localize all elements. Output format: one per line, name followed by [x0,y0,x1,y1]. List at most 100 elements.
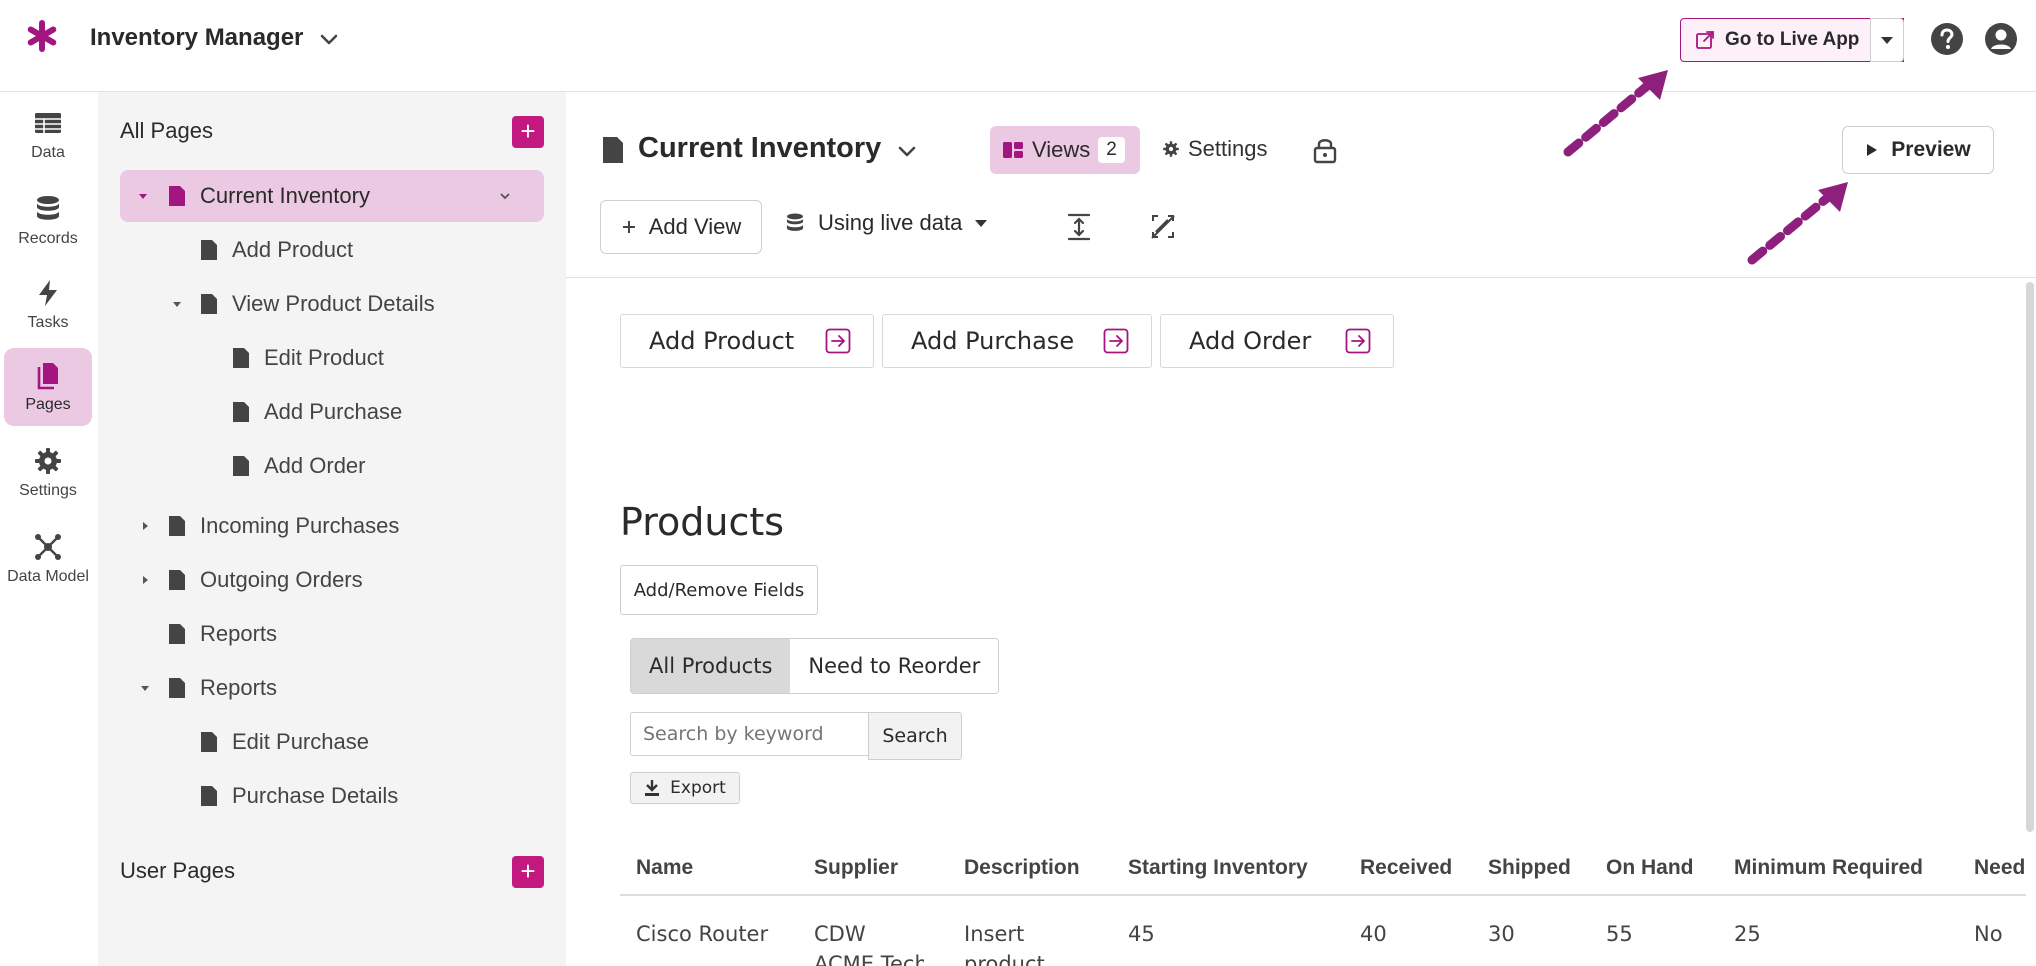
page-settings-button[interactable]: Settings [1162,136,1268,162]
column-header[interactable]: Name [636,840,693,896]
row-height-icon[interactable] [1064,212,1094,242]
hide-style-icon[interactable] [1148,212,1178,242]
rail-item-data-model[interactable]: Data Model [4,520,92,598]
tree-item-incoming-purchases[interactable]: Incoming Purchases [143,500,399,552]
app-title[interactable]: Inventory Manager [90,24,303,52]
tab-need-to-reorder[interactable]: Need to Reorder [790,639,999,693]
rail-item-settings[interactable]: Settings [4,434,92,512]
table-cell: No [1974,922,2003,946]
add-order-nav-button[interactable]: Add Order [1160,314,1394,368]
asterisk-logo-icon[interactable] [26,20,58,52]
page-title[interactable]: Current Inventory [638,132,881,165]
search-button[interactable]: Search [868,712,962,760]
column-header[interactable]: Need [1974,840,2026,896]
caret-right-icon[interactable] [138,573,152,587]
caret-down-icon[interactable] [170,297,184,311]
chevron-down-icon[interactable] [318,28,340,50]
rail-item-pages[interactable]: Pages [4,348,92,426]
views-count-badge: 2 [1098,137,1125,163]
tree-item-label: View Product Details [232,291,435,316]
caret-down-icon[interactable] [138,681,152,695]
column-header[interactable]: Shipped [1488,840,1571,896]
column-header[interactable]: Description [964,840,1080,896]
rail-item-data[interactable]: Data [4,96,92,174]
table-cell[interactable]: Cisco Router [636,922,768,946]
tree-item-label: Reports [200,621,278,646]
tree-item-label: Add Purchase [264,399,403,424]
add-user-page-button[interactable]: + [512,856,544,888]
tree-item-purchase-details[interactable]: Purchase Details [200,770,398,822]
document-icon [201,240,217,260]
views-button[interactable]: Views 2 [990,126,1140,174]
tree-item-reports[interactable]: Reports [168,608,277,660]
add-remove-fields-button[interactable]: Add/Remove Fields [620,565,818,615]
tree-item-add-product[interactable]: Add Product [200,224,353,276]
vertical-scrollbar[interactable] [2026,282,2034,832]
tab-all-products[interactable]: All Products [631,639,791,693]
tree-item-label: Current Inventory [200,183,370,208]
document-icon [201,732,217,752]
table-cell: 55 [1606,922,1633,946]
add-purchase-nav-button[interactable]: Add Purchase [882,314,1152,368]
add-product-nav-button[interactable]: Add Product [620,314,874,368]
user-account-icon[interactable] [1984,22,2018,56]
document-icon [233,402,249,422]
tree-item-label: Purchase Details [232,783,399,808]
tree-item-label: Reports [200,675,278,700]
tree-item-edit-purchase[interactable]: Edit Purchase [200,716,369,768]
chevron-down-icon[interactable] [498,189,512,203]
go-live-dropdown-button[interactable] [1870,18,1904,62]
document-icon [169,186,185,206]
tree-item-label: Add Order [264,453,366,478]
export-button[interactable]: Export [630,772,740,804]
table-cell: Insert [964,922,1025,946]
document-icon [169,624,185,644]
views-icon [1003,142,1023,158]
plus-icon [622,221,635,233]
top-bar: Inventory Manager Go to Live App [0,0,2036,92]
rail-label: Records [18,230,78,247]
user-pages-title: User Pages [120,858,235,883]
column-header[interactable]: Supplier [814,840,898,896]
rail-item-tasks[interactable]: Tasks [4,266,92,344]
tree-item-add-order[interactable]: Add Order [232,440,366,492]
tree-item-edit-product[interactable]: Edit Product [232,332,384,384]
graph-icon [35,534,61,560]
caret-down-icon [1881,37,1893,44]
tree-item-add-purchase[interactable]: Add Purchase [232,386,402,438]
arrow-right-box-icon [1103,328,1129,354]
column-header[interactable]: Received [1360,840,1452,896]
column-header[interactable]: On Hand [1606,840,1694,896]
tree-item-view-product-details[interactable]: View Product Details [173,278,435,330]
rail-item-records[interactable]: Records [4,182,92,260]
rail-label: Data [31,144,65,161]
add-page-button[interactable]: + [512,116,544,148]
caret-right-icon[interactable] [138,519,152,533]
settings-label: Settings [1188,136,1268,161]
help-icon[interactable] [1930,22,1964,56]
column-header[interactable]: Minimum Required [1734,840,1923,896]
tree-item-reports-expanded[interactable]: Reports [141,662,278,714]
annotation-arrow-icon [1563,70,1668,157]
add-view-button[interactable]: Add View [600,200,762,254]
caret-down-icon[interactable] [136,189,150,203]
data-source-label: Using live data [818,210,963,235]
products-section-title: Products [620,500,785,544]
chevron-down-icon[interactable] [896,140,918,162]
table-cell-overflow: ACME Tech [814,952,924,966]
document-icon [169,516,185,536]
lock-icon[interactable] [1312,136,1338,164]
rail-label: Data Model [7,568,89,585]
arrow-right-box-icon [1345,328,1371,354]
views-label: Views [1032,137,1091,162]
search-input[interactable] [630,712,870,756]
column-header[interactable]: Starting Inventory [1128,840,1308,896]
table-cell: CDW [814,922,866,946]
caret-down-icon [975,220,988,227]
preview-button[interactable]: Preview [1842,126,1994,174]
rail-label: Tasks [27,314,69,331]
table-cell: 25 [1734,922,1761,946]
tree-item-current-inventory[interactable]: Current Inventory [120,170,544,222]
tree-item-outgoing-orders[interactable]: Outgoing Orders [143,554,363,606]
data-source-selector[interactable]: Using live data [784,210,988,236]
